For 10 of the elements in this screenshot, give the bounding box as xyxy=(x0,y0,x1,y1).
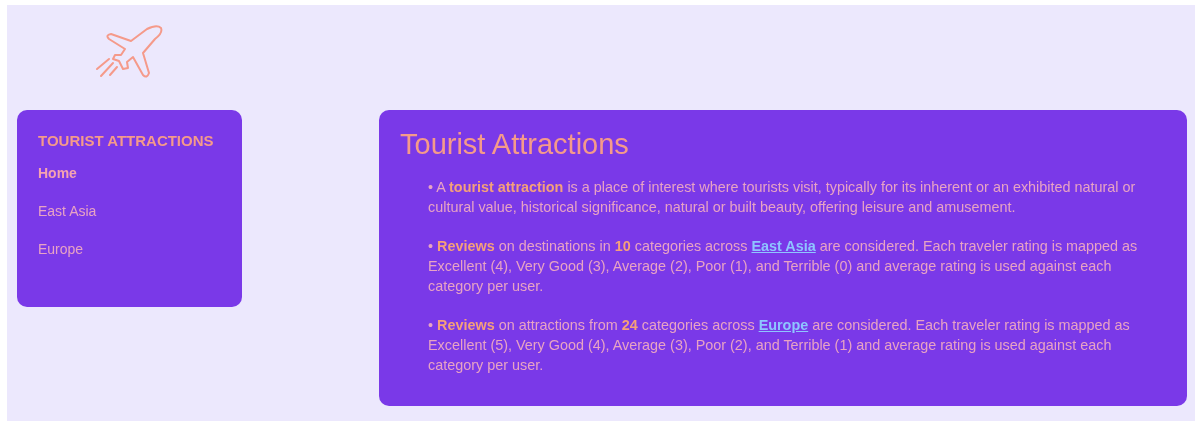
paragraph: • Reviews on destinations in 10 categories across East Asia are considered. Each traveler rating is mapped as Excellent (4), Very Good (3), Average (2), Poor (1), and Terrible (0) and average rating is used against each category per user. xyxy=(428,237,1139,296)
nav-link[interactable]: East Asia xyxy=(38,203,97,219)
sidebar-title: TOURIST ATTRACTIONS xyxy=(38,132,214,149)
nav-link[interactable]: Europe xyxy=(38,241,84,257)
nav-link[interactable]: Home xyxy=(38,165,77,181)
region-link[interactable]: East Asia xyxy=(751,238,816,254)
paragraph: • Reviews on attractions from 24 categories across Europe are considered. Each traveler rating is mapped as Excellent (5), Very Good (4), Average (3), Poor (2), and Terrible (1) and average rating is used against each category per user. xyxy=(428,316,1131,375)
paragraph: • A tourist attraction is a place of interest where tourists visit, typically for its inherent or an exhibited natural or cultural value, historical significance, natural or built beauty, offering leisure and amusement. xyxy=(428,178,1137,217)
page-title: Tourist Attractions xyxy=(400,128,630,161)
region-link[interactable]: Europe xyxy=(758,317,809,333)
